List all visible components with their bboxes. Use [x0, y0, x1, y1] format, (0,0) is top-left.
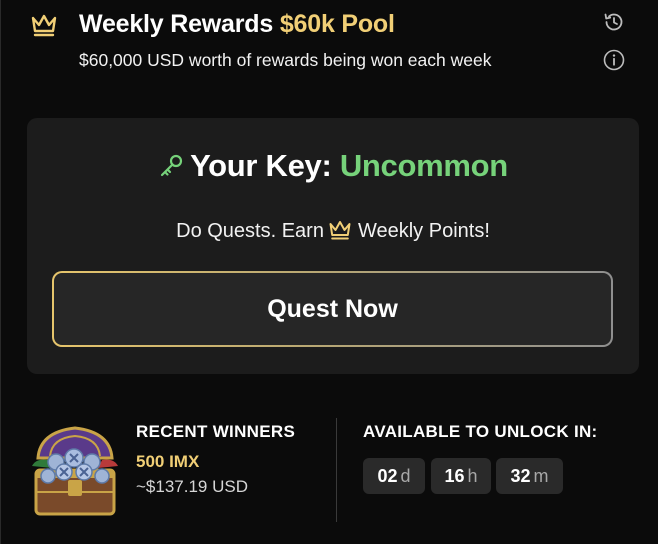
unlock-countdown-label: AVAILABLE TO UNLOCK IN:: [363, 422, 598, 441]
history-icon[interactable]: [602, 10, 626, 34]
countdown-hours-unit: h: [467, 465, 478, 486]
countdown-hours: 16 h: [431, 458, 491, 494]
recent-winner-amount: 500 IMX: [136, 452, 200, 471]
treasure-chest-icon: [32, 426, 118, 516]
crown-icon: [31, 14, 57, 37]
countdown-minutes: 32 m: [496, 458, 563, 494]
quest-prompt: Do Quests. Earn Weekly Points!: [27, 219, 639, 243]
title-pool-amount: $60k Pool: [279, 10, 395, 38]
key-heading: Your Key: Uncommon: [27, 148, 639, 184]
page-title: Weekly Rewards $60k Pool: [79, 10, 395, 39]
countdown-days-value: 02: [377, 465, 398, 486]
title-text: Weekly Rewards: [79, 10, 274, 38]
key-label: Your Key:: [190, 148, 332, 183]
quest-prompt-start: Do Quests. Earn: [176, 220, 324, 242]
key-icon: [160, 154, 183, 177]
countdown-hours-value: 16: [444, 465, 465, 486]
page-subtitle: $60,000 USD worth of rewards being won e…: [79, 50, 492, 70]
quest-now-button-border: Quest Now: [52, 271, 613, 347]
key-rarity: Uncommon: [339, 148, 508, 183]
countdown-minutes-unit: m: [533, 465, 549, 486]
countdown-minutes-value: 32: [510, 465, 531, 486]
section-divider: [336, 418, 337, 522]
countdown-days: 02 d: [363, 458, 425, 494]
recent-winner-usd: ~$137.19 USD: [136, 477, 248, 496]
countdown-days-unit: d: [400, 465, 411, 486]
crown-icon: [329, 221, 351, 240]
left-border: [0, 0, 1, 544]
recent-winners-label: RECENT WINNERS: [136, 422, 296, 441]
info-icon[interactable]: [602, 48, 626, 72]
quest-prompt-end: Weekly Points!: [357, 220, 490, 242]
quest-now-button[interactable]: Quest Now: [54, 273, 611, 345]
